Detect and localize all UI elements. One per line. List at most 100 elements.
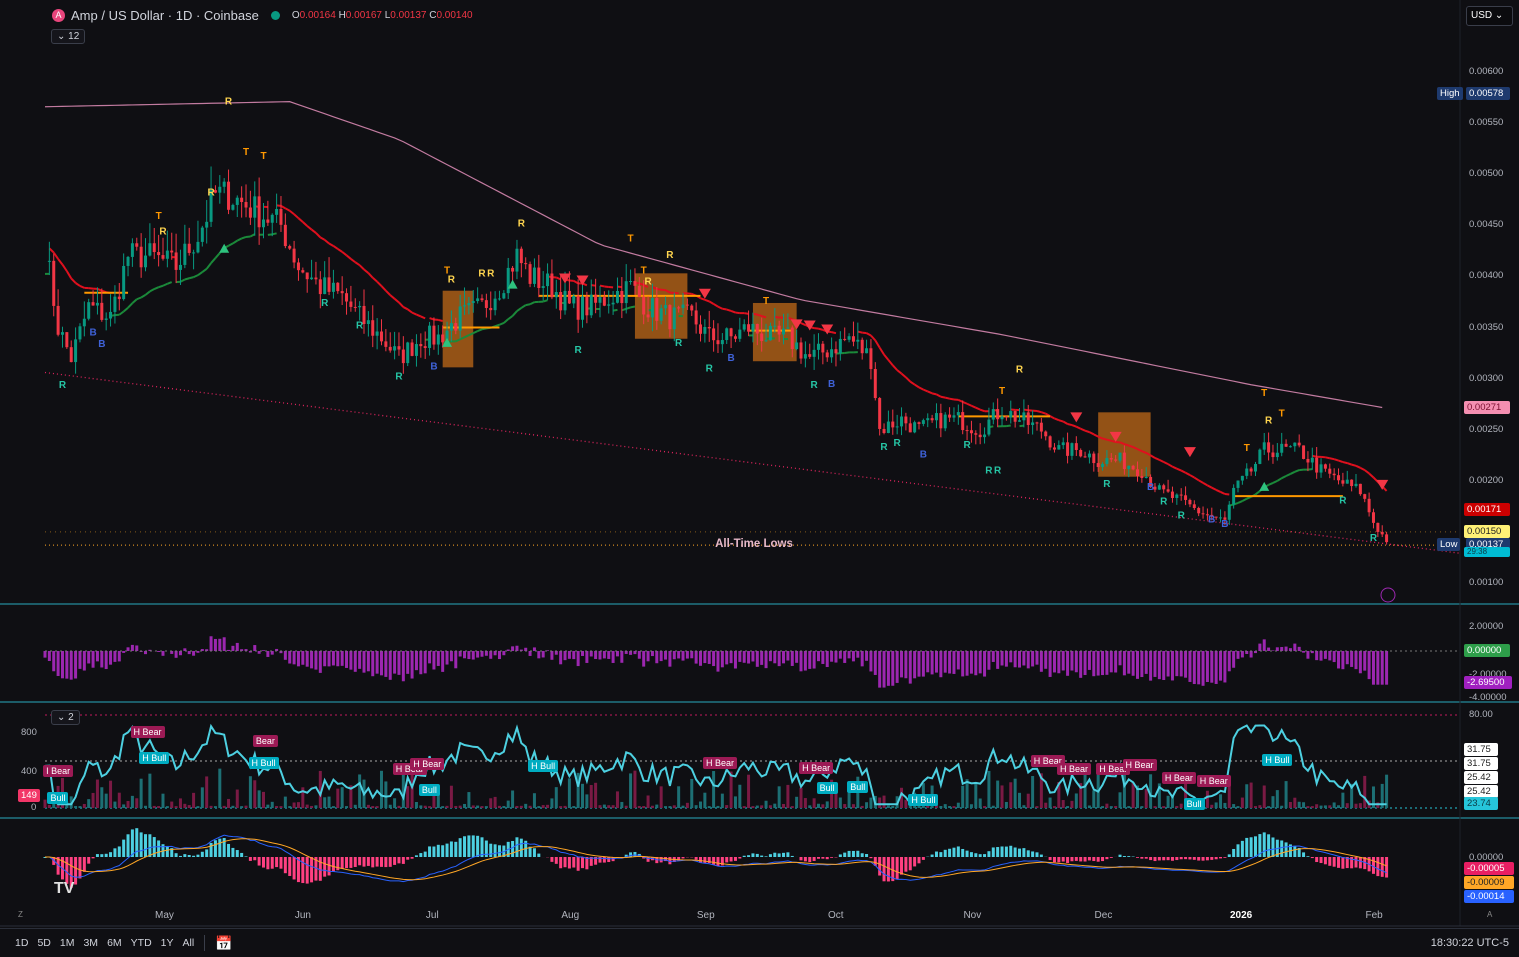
pane-indicators-toggle-button[interactable]: ⌄ 2: [51, 710, 80, 725]
range-button-ytd[interactable]: YTD: [131, 937, 152, 949]
signal-marker: T: [641, 265, 647, 276]
candle: [235, 197, 239, 205]
signal-marker: T: [1261, 388, 1267, 399]
candle: [777, 325, 781, 335]
candle: [760, 333, 764, 342]
candle: [773, 325, 777, 327]
clock[interactable]: 18:30:22 UTC-5: [1431, 937, 1509, 949]
trailing-stop-segment: [656, 288, 662, 291]
signal-marker: R: [575, 345, 583, 356]
oscillator-bar: [218, 638, 222, 651]
candle: [1253, 463, 1257, 472]
oscillator-bar: [95, 651, 99, 662]
candle: [725, 328, 729, 341]
volume-bar: [231, 805, 235, 808]
macd-histogram-bar: [205, 849, 209, 857]
candle: [135, 243, 139, 247]
oscillator-bar: [484, 651, 488, 656]
macd-histogram-bar: [1109, 857, 1113, 858]
range-button-1y[interactable]: 1Y: [161, 937, 174, 949]
candle: [974, 433, 978, 435]
divergence-label: Bull: [816, 781, 838, 794]
range-button-5d[interactable]: 5D: [37, 937, 50, 949]
auto-scale-button[interactable]: A: [1487, 910, 1492, 919]
candle: [178, 264, 182, 270]
candle: [712, 328, 716, 341]
oscillator-bar: [305, 651, 309, 667]
range-button-all[interactable]: All: [183, 937, 195, 949]
macd-histogram-bar: [825, 857, 829, 860]
macd-histogram-bar: [983, 854, 987, 857]
go-to-date-icon[interactable]: 📅: [215, 935, 232, 952]
volume-bar: [375, 806, 379, 808]
macd-histogram-bar: [327, 857, 331, 876]
volume-bar: [1284, 781, 1288, 808]
macd-histogram-bar: [257, 857, 261, 866]
volume-bar: [358, 774, 362, 808]
volume-bar: [1122, 770, 1126, 808]
macd-histogram-bar: [1210, 857, 1214, 860]
volume-bar: [677, 786, 681, 808]
currency-select[interactable]: USD ⌄: [1466, 6, 1513, 26]
candle: [1315, 457, 1319, 473]
volume-bar: [463, 803, 467, 808]
time-axis-label: Nov: [963, 910, 982, 921]
volume-bar: [672, 805, 676, 808]
volume-bar: [1052, 806, 1056, 808]
chart-canvas[interactable]: RBBTRRRT TRRRBTRR RRRTTRRRRBTR BR RBRR RTRR BR…: [0, 0, 1519, 957]
candle: [904, 416, 908, 424]
range-button-3m[interactable]: 3M: [83, 937, 98, 949]
macd-histogram-bar: [703, 857, 707, 864]
candle: [720, 340, 724, 345]
candle: [1258, 449, 1262, 464]
range-button-6m[interactable]: 6M: [107, 937, 122, 949]
macd-histogram-bar: [1337, 857, 1341, 868]
price-tick: 0.00350: [1469, 321, 1504, 333]
oscillator-bar: [262, 650, 265, 651]
range-button-1m[interactable]: 1M: [60, 937, 75, 949]
macd-histogram-bar: [1157, 857, 1161, 861]
indicators-toggle-button[interactable]: ⌄ 12: [51, 29, 86, 44]
macd-histogram-bar: [240, 852, 244, 857]
candle: [480, 298, 484, 301]
oscillator-bar: [1109, 651, 1113, 673]
candle: [489, 307, 493, 311]
candle: [161, 255, 165, 259]
candle: [843, 338, 847, 340]
range-button-1d[interactable]: 1D: [15, 937, 28, 949]
macd-histogram-bar: [1066, 857, 1070, 864]
volume-bar: [1293, 797, 1297, 808]
oscillator-bar: [1004, 651, 1008, 667]
volume-bar: [996, 780, 1000, 808]
macd-histogram-bar: [1101, 857, 1105, 862]
volume-bar: [1070, 800, 1074, 808]
divergence-label: H Bear: [130, 726, 165, 738]
macd-histogram-bar: [816, 857, 820, 859]
macd-histogram-bar: [1306, 856, 1310, 857]
trailing-stop-segment: [818, 327, 824, 331]
macd-histogram-bar: [301, 857, 305, 884]
volume-bar: [222, 805, 226, 808]
all-time-lows-label: All-Time Lows: [715, 538, 793, 550]
candle: [1367, 498, 1371, 513]
candle: [602, 297, 606, 306]
volume-bar: [511, 790, 515, 808]
oscillator-bar: [969, 651, 973, 674]
symbol-title[interactable]: Amp / US Dollar · 1D · Coinbase: [71, 8, 259, 23]
oscillator-bar: [1328, 651, 1332, 661]
macd-histogram-bar: [1192, 857, 1196, 860]
volume-bar: [1048, 797, 1052, 808]
macd-histogram-bar: [174, 853, 178, 857]
candle: [965, 430, 969, 432]
candle: [1009, 411, 1013, 418]
oscillator-bar: [497, 651, 501, 660]
oscillator-bar: [436, 651, 440, 666]
timezone-toggle-button[interactable]: Z: [18, 910, 23, 919]
oscillator-bar: [943, 651, 947, 673]
macd-histogram-bar: [375, 857, 379, 867]
signal-marker: B: [1208, 515, 1215, 526]
volume-bar: [502, 805, 506, 808]
macd-histogram-bar: [747, 855, 751, 857]
candle: [358, 305, 362, 308]
candle: [1245, 468, 1249, 476]
